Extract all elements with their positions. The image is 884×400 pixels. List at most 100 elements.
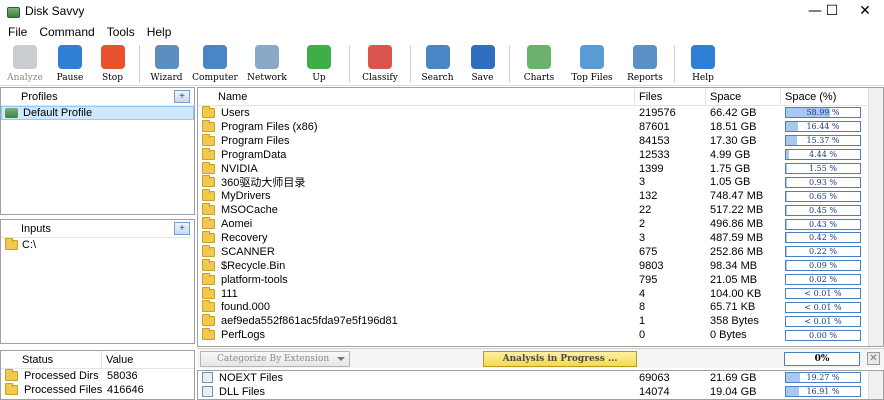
value-col-header: Value [106, 353, 134, 366]
item-files: 795 [639, 273, 658, 286]
search-button[interactable]: Search [415, 42, 460, 86]
charts-button[interactable]: Charts [514, 42, 564, 86]
close-window-button[interactable]: ✕ [842, 0, 884, 22]
computer-button[interactable]: Computer [189, 42, 241, 86]
toolbar-label: Top Files [571, 73, 613, 83]
classify-button[interactable]: Classify [354, 42, 406, 86]
file-row[interactable]: found.000 8 65.71 KB < 0.01 % [198, 300, 883, 314]
categorize-combo[interactable]: Categorize By Extension [200, 351, 350, 367]
file-row[interactable]: $Recycle.Bin 9803 98.34 MB 0.09 % [198, 258, 883, 273]
files-col-header[interactable]: Files [635, 88, 706, 106]
item-space: 1.05 GB [710, 176, 751, 189]
item-space: 1.75 GB [710, 162, 751, 175]
inputs-panel: Inputs + C:\ [0, 219, 195, 344]
toolbar-label: Save [471, 73, 494, 83]
menu-help[interactable]: Help [141, 25, 178, 39]
item-space: 748.47 MB [710, 190, 764, 203]
menu-file[interactable]: File [2, 25, 33, 39]
add-profile-button[interactable]: + [174, 90, 190, 103]
space-percent-text: 0.93 % [809, 177, 837, 187]
space-percent-fill [786, 219, 788, 229]
wizard-button[interactable]: Wizard [144, 42, 189, 86]
space-percent-bar: 0.02 % [785, 274, 861, 286]
item-files: 675 [639, 245, 658, 258]
profile-item[interactable]: Default Profile [1, 106, 194, 120]
file-row[interactable]: MSOCache 22 517.22 MB 0.45 % [198, 203, 883, 217]
file-rows: Users 219576 66.42 GB 58.99 % Program Files … [198, 105, 883, 342]
space-percent-text: 0.42 % [809, 233, 837, 243]
analysis-progress: 0% [784, 352, 860, 366]
space-percent-bar: 4.44 % [785, 149, 861, 161]
space-percent-text: < 0.01 % [804, 289, 842, 299]
folder-icon [202, 147, 215, 160]
file-row[interactable]: SCANNER 675 252.86 MB 0.22 % [198, 244, 883, 259]
file-row[interactable]: Program Files (x86) 87601 18.51 GB 16.44 % [198, 119, 883, 134]
vertical-scrollbar[interactable] [868, 88, 883, 346]
analyze-button[interactable]: Analyze [0, 42, 50, 86]
file-type-icon [202, 372, 213, 384]
space-percent-text: < 0.01 % [804, 316, 842, 326]
add-input-button[interactable]: + [174, 222, 190, 235]
space-percent-bar: 0.09 % [785, 260, 861, 272]
toolbar-label: Network [247, 73, 287, 83]
file-row[interactable]: NVIDIA 1399 1.75 GB 1.55 % [198, 161, 883, 176]
item-files: 1399 [639, 162, 664, 175]
help-button[interactable]: Help [679, 42, 727, 86]
menu-command[interactable]: Command [33, 25, 100, 39]
up-arrow-icon [307, 45, 331, 69]
item-name: platform-tools [221, 273, 288, 286]
top-files-button[interactable]: Top Files [564, 42, 620, 86]
classify-icon [368, 45, 392, 69]
item-space: 18.51 GB [710, 120, 757, 133]
pause-button[interactable]: Pause [50, 42, 90, 86]
window-title: Disk Savvy [25, 4, 85, 18]
up-arrow-button[interactable]: Up [293, 42, 345, 86]
menu-tools[interactable]: Tools [101, 25, 141, 39]
category-row[interactable]: DLL Files 14074 19.04 GB 16.91 % [198, 385, 883, 399]
file-row[interactable]: Program Files 84153 17.30 GB 15.37 % [198, 133, 883, 148]
space-col-header[interactable]: Space [706, 88, 781, 106]
file-row[interactable]: Aomei 2 496.86 MB 0.43 % [198, 217, 883, 231]
file-row[interactable]: PerfLogs 0 0 Bytes 0.00 % [198, 328, 883, 342]
item-name: MyDrivers [221, 190, 271, 203]
file-row[interactable]: 111 4 104.00 KB < 0.01 % [198, 286, 883, 301]
space-percent-fill [786, 261, 788, 271]
item-name: ProgramData [221, 148, 287, 161]
item-space: 21.05 MB [710, 273, 758, 286]
folder-icon [5, 238, 18, 250]
network-button[interactable]: Network [241, 42, 293, 86]
space-percent-bar: 1.55 % [785, 163, 861, 174]
reports-button[interactable]: Reports [620, 42, 670, 86]
file-row[interactable]: Users 219576 66.42 GB 58.99 % [198, 105, 883, 120]
item-files: 4 [639, 287, 646, 300]
item-name: $Recycle.Bin [221, 259, 286, 272]
file-row[interactable]: Recovery 3 487.59 MB 0.42 % [198, 230, 883, 245]
file-row[interactable]: aef9eda552f861ac5fda97e5f196d81 1 358 Byte… [198, 314, 883, 328]
category-scrollbar[interactable] [868, 371, 883, 399]
save-button[interactable]: Save [460, 42, 505, 86]
search-icon [425, 45, 450, 69]
computer-icon [203, 45, 227, 69]
item-files: 3 [639, 231, 646, 244]
stop-button[interactable]: Stop [90, 42, 135, 86]
space-percent-bar: 16.44 % [785, 121, 861, 133]
file-row[interactable]: MyDrivers 132 748.47 MB 0.65 % [198, 189, 883, 203]
file-row[interactable]: ProgramData 12533 4.99 GB 4.44 % [198, 147, 883, 162]
name-col-header[interactable]: Name [198, 88, 635, 106]
space-pct-col-header[interactable]: Space (%) [781, 88, 871, 106]
space-percent-bar: < 0.01 % [785, 288, 861, 300]
file-row[interactable]: platform-tools 795 21.05 MB 0.02 % [198, 272, 883, 287]
close-analysis-button[interactable]: ✕ [867, 352, 880, 365]
status-header: Status Value [1, 351, 194, 369]
space-percent-bar: 15.37 % [785, 135, 861, 147]
space-percent-fill [786, 136, 798, 146]
input-item[interactable]: C:\ [1, 238, 194, 252]
space-percent-bar: < 0.01 % [785, 301, 861, 313]
category-row[interactable]: NOEXT Files 69063 21.69 GB 19.27 % [198, 371, 883, 385]
item-name: Program Files [221, 134, 290, 147]
category-list-panel: NOEXT Files 69063 21.69 GB 19.27 % DLL Files… [197, 370, 884, 400]
space-percent-text: 15.37 % [806, 136, 840, 146]
item-name: Recovery [221, 231, 268, 244]
folder-icon [202, 217, 215, 230]
file-row[interactable]: 360驱动大师目录 3 1.05 GB 0.93 % [198, 175, 883, 189]
